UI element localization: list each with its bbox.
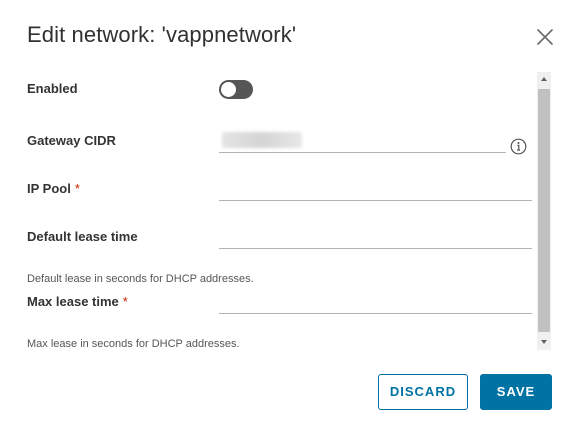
enabled-toggle[interactable] <box>219 80 253 99</box>
gateway-cidr-label-text: Gateway CIDR <box>27 133 116 148</box>
dialog-title: Edit network: 'vappnetwork' <box>27 22 297 47</box>
scroll-down-arrow-icon[interactable] <box>537 335 551 349</box>
ip-pool-label: IP Pool * <box>27 181 80 196</box>
edit-network-dialog: Edit network: 'vappnetwork' Enabled Gate… <box>0 0 576 433</box>
default-lease-time-field[interactable] <box>219 224 532 249</box>
gateway-cidr-label: Gateway CIDR <box>27 133 116 148</box>
info-icon[interactable] <box>510 138 527 155</box>
gateway-cidr-redacted-value <box>222 132 302 148</box>
discard-button[interactable]: DISCARD <box>378 374 468 410</box>
enabled-label: Enabled <box>27 81 78 96</box>
max-lease-time-label-text: Max lease time <box>27 294 119 309</box>
required-marker: * <box>74 181 80 196</box>
close-icon[interactable] <box>533 25 557 49</box>
max-lease-helper-text: Max lease in seconds for DHCP addresses. <box>27 338 240 350</box>
max-lease-time-label: Max lease time * <box>27 294 128 309</box>
default-lease-time-label-text: Default lease time <box>27 229 138 244</box>
form-scrollbar[interactable] <box>537 72 551 350</box>
ip-pool-label-text: IP Pool <box>27 181 71 196</box>
enabled-label-text: Enabled <box>27 81 78 96</box>
scrollbar-thumb[interactable] <box>538 89 550 332</box>
ip-pool-field[interactable] <box>219 176 532 201</box>
required-marker: * <box>122 294 128 309</box>
default-lease-time-label: Default lease time <box>27 229 138 244</box>
toggle-knob <box>221 82 236 97</box>
max-lease-time-field[interactable] <box>219 289 532 314</box>
scroll-up-arrow-icon[interactable] <box>537 72 551 86</box>
default-lease-helper-text: Default lease in seconds for DHCP addres… <box>27 273 254 285</box>
save-button[interactable]: SAVE <box>480 374 552 410</box>
